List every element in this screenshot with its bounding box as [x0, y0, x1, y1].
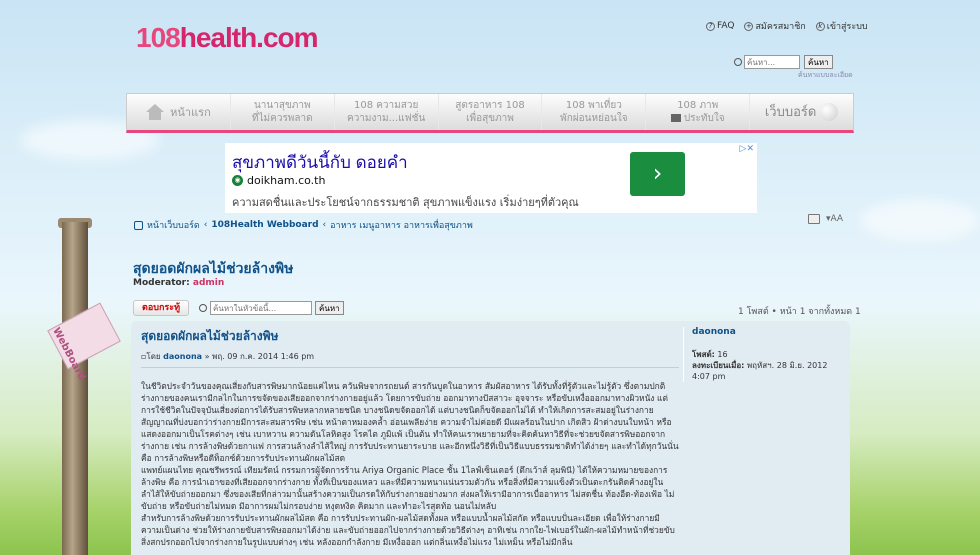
top-links: ? FAQ + สมัครสมาชิก k เข้าสู่ระบบ: [706, 19, 868, 33]
crumb-separator: ‹: [203, 220, 208, 230]
nav-photos-line2: ประทับใจ: [683, 113, 725, 124]
ball-icon: [820, 103, 839, 121]
ad-domain: doikham.co.th: [247, 174, 326, 187]
topic-search-button[interactable]: ค้นหา: [315, 301, 344, 315]
register-label: สมัครสมาชิก: [755, 22, 806, 32]
site-search: ค้นหา: [734, 55, 833, 69]
nav-webboard-label: เว็บบอร์ด: [764, 104, 817, 120]
nav-home[interactable]: หน้าแรก: [127, 94, 231, 130]
ad-choices-icon[interactable]: ▷✕: [740, 144, 754, 154]
moderator-line: Moderator: admin: [133, 278, 224, 288]
crumb-separator: ‹: [322, 220, 327, 230]
moderator-label: Moderator:: [133, 278, 190, 288]
nav-health[interactable]: นานาสุขภาพ ที่ไม่ควรพลาด: [231, 94, 335, 130]
nav-beauty-line2: ความงาม...แฟชั่น: [347, 113, 426, 124]
post-meta: ▫โดย daonona » พฤ. 09 ก.ค. 2014 1:46 pm: [141, 350, 679, 368]
post-box: สุดยอดผักผลไม้ช่วยล้างพิษ ▫โดย daonona »…: [131, 321, 850, 555]
user-add-icon: +: [744, 21, 754, 31]
print-icon[interactable]: [808, 214, 820, 224]
reply-button[interactable]: ตอบกระทู้: [133, 300, 190, 316]
nav-home-label: หน้าแรก: [170, 105, 211, 119]
topic-search-input[interactable]: [210, 301, 313, 315]
post-paragraph: แพทย์แผนไทย คุณชรีพรรณ์ เทียมรัตน์ กรรมก…: [141, 465, 675, 511]
profile-joined: ลงทะเบียนเมื่อ: พฤหัสฯ. 28 มิ.ย. 2012 4:…: [692, 360, 843, 382]
post-author[interactable]: daonona: [163, 352, 202, 361]
post-date: » พฤ. 09 ก.ค. 2014 1:46 pm: [204, 352, 315, 361]
topic-search: ค้นหา: [199, 301, 344, 315]
faq-label: FAQ: [717, 21, 735, 31]
nav-photos[interactable]: 108 ภาพ ประทับใจ: [646, 94, 751, 130]
ad-headline[interactable]: สุขภาพดีวันนี้กับ ดอยคำ: [232, 149, 408, 176]
pagination: 1 โพสต์ • หน้า 1 จากทั้งหมด 1: [738, 307, 861, 317]
home-icon: [134, 220, 143, 230]
nav-recipes-line1: สูตรอาหาร 108: [455, 100, 525, 111]
cloud-decoration: [860, 200, 980, 240]
nav-travel[interactable]: 108 พาเที่ยว พักผ่อนหย่อนใจ: [542, 94, 647, 130]
joined-label: ลงทะเบียนเมื่อ:: [692, 361, 745, 370]
chevron-right-icon: ›: [652, 159, 663, 187]
home-icon: [146, 104, 165, 120]
nav-beauty[interactable]: 108 ความสวย ความงาม...แฟชั่น: [335, 94, 439, 130]
font-size-icon[interactable]: ▾AA: [826, 214, 843, 224]
nav-travel-line2: พักผ่อนหย่อนใจ: [560, 113, 628, 124]
nav-photos-line1: 108 ภาพ: [677, 100, 719, 111]
nav-health-line1: นานาสุขภาพ: [253, 100, 311, 111]
logo-number: 108: [136, 22, 181, 53]
posts-label: โพสต์:: [692, 350, 715, 359]
signpost: [62, 222, 88, 555]
advanced-search-link[interactable]: ค้นหาแบบละเอียด: [798, 70, 853, 81]
site-search-button[interactable]: ค้นหา: [804, 55, 833, 69]
nav-recipes[interactable]: สูตรอาหาร 108 เพื่อสุขภาพ: [439, 94, 543, 130]
breadcrumb: หน้าเว็บบอร์ด ‹ 108Health Webboard ‹ อาห…: [134, 218, 473, 232]
profile-username[interactable]: daonona: [692, 327, 843, 341]
login-link[interactable]: k เข้าสู่ระบบ: [815, 19, 868, 33]
profile-posts: โพสต์: 16: [692, 349, 843, 360]
logo-text: health.com: [179, 22, 319, 53]
nav-travel-line1: 108 พาเที่ยว: [565, 100, 622, 111]
login-label: เข้าสู่ระบบ: [826, 22, 868, 32]
posts-count[interactable]: 16: [717, 350, 727, 359]
post-by: โดย: [146, 352, 161, 361]
post-content: ในชีวิตประจำวันของคุณเสี่ยงกับสารพิษมากน…: [141, 380, 679, 548]
faq-link[interactable]: ? FAQ: [706, 19, 734, 33]
tv-icon: [670, 114, 681, 122]
topic-title[interactable]: สุดยอดผักผลไม้ช่วยล้างพิษ: [133, 258, 293, 280]
nav-webboard[interactable]: เว็บบอร์ด: [750, 94, 853, 130]
post-body: สุดยอดผักผลไม้ช่วยล้างพิษ ▫โดย daonona »…: [141, 327, 679, 548]
crumb-forum[interactable]: 108Health Webboard: [211, 220, 318, 230]
nav-health-line2: ที่ไม่ควรพลาด: [251, 113, 313, 124]
post-paragraph: ในชีวิตประจำวันของคุณเสี่ยงกับสารพิษมากน…: [141, 381, 679, 463]
nav-recipes-line2: เพื่อสุขภาพ: [466, 113, 514, 124]
ad-domain-row: ◉ doikham.co.th: [232, 174, 325, 187]
ad-arrow-button[interactable]: ›: [630, 152, 685, 196]
crumb-index[interactable]: หน้าเว็บบอร์ด: [147, 218, 200, 232]
question-icon: ?: [706, 21, 715, 31]
post-title[interactable]: สุดยอดผักผลไม้ช่วยล้างพิษ: [141, 327, 679, 346]
author-profile: daonona โพสต์: 16 ลงทะเบียนเมื่อ: พฤหัสฯ…: [683, 327, 843, 382]
ad-description: ความสดชื่นและประโยชน์จากธรรมชาติ สุขภาพแ…: [232, 196, 579, 209]
ad-banner[interactable]: ▷✕ สุขภาพดีวันนี้กับ ดอยคำ ◉ doikham.co.…: [225, 143, 757, 213]
site-search-input[interactable]: [744, 55, 800, 69]
globe-icon: ◉: [232, 175, 243, 186]
search-icon: [199, 304, 208, 312]
main-nav: หน้าแรก นานาสุขภาพ ที่ไม่ควรพลาด 108 ควา…: [126, 93, 854, 133]
post-paragraph: สำหรับการล้างพิษด้วยการรับประทานผักผลไม้…: [141, 513, 675, 547]
nav-beauty-line1: 108 ความสวย: [353, 100, 419, 111]
register-link[interactable]: + สมัครสมาชิก: [744, 19, 806, 33]
key-icon: k: [815, 21, 825, 31]
search-icon: [734, 58, 742, 66]
crumb-sub[interactable]: อาหาร เมนูอาหาร อาหารเพื่อสุขภาพ: [330, 218, 473, 232]
page-tools: ▾AA: [808, 214, 843, 224]
site-logo[interactable]: 108health.com: [136, 22, 319, 54]
moderator-link[interactable]: admin: [193, 278, 224, 288]
topic-actions: ตอบกระทู้ ค้นหา: [133, 300, 344, 316]
